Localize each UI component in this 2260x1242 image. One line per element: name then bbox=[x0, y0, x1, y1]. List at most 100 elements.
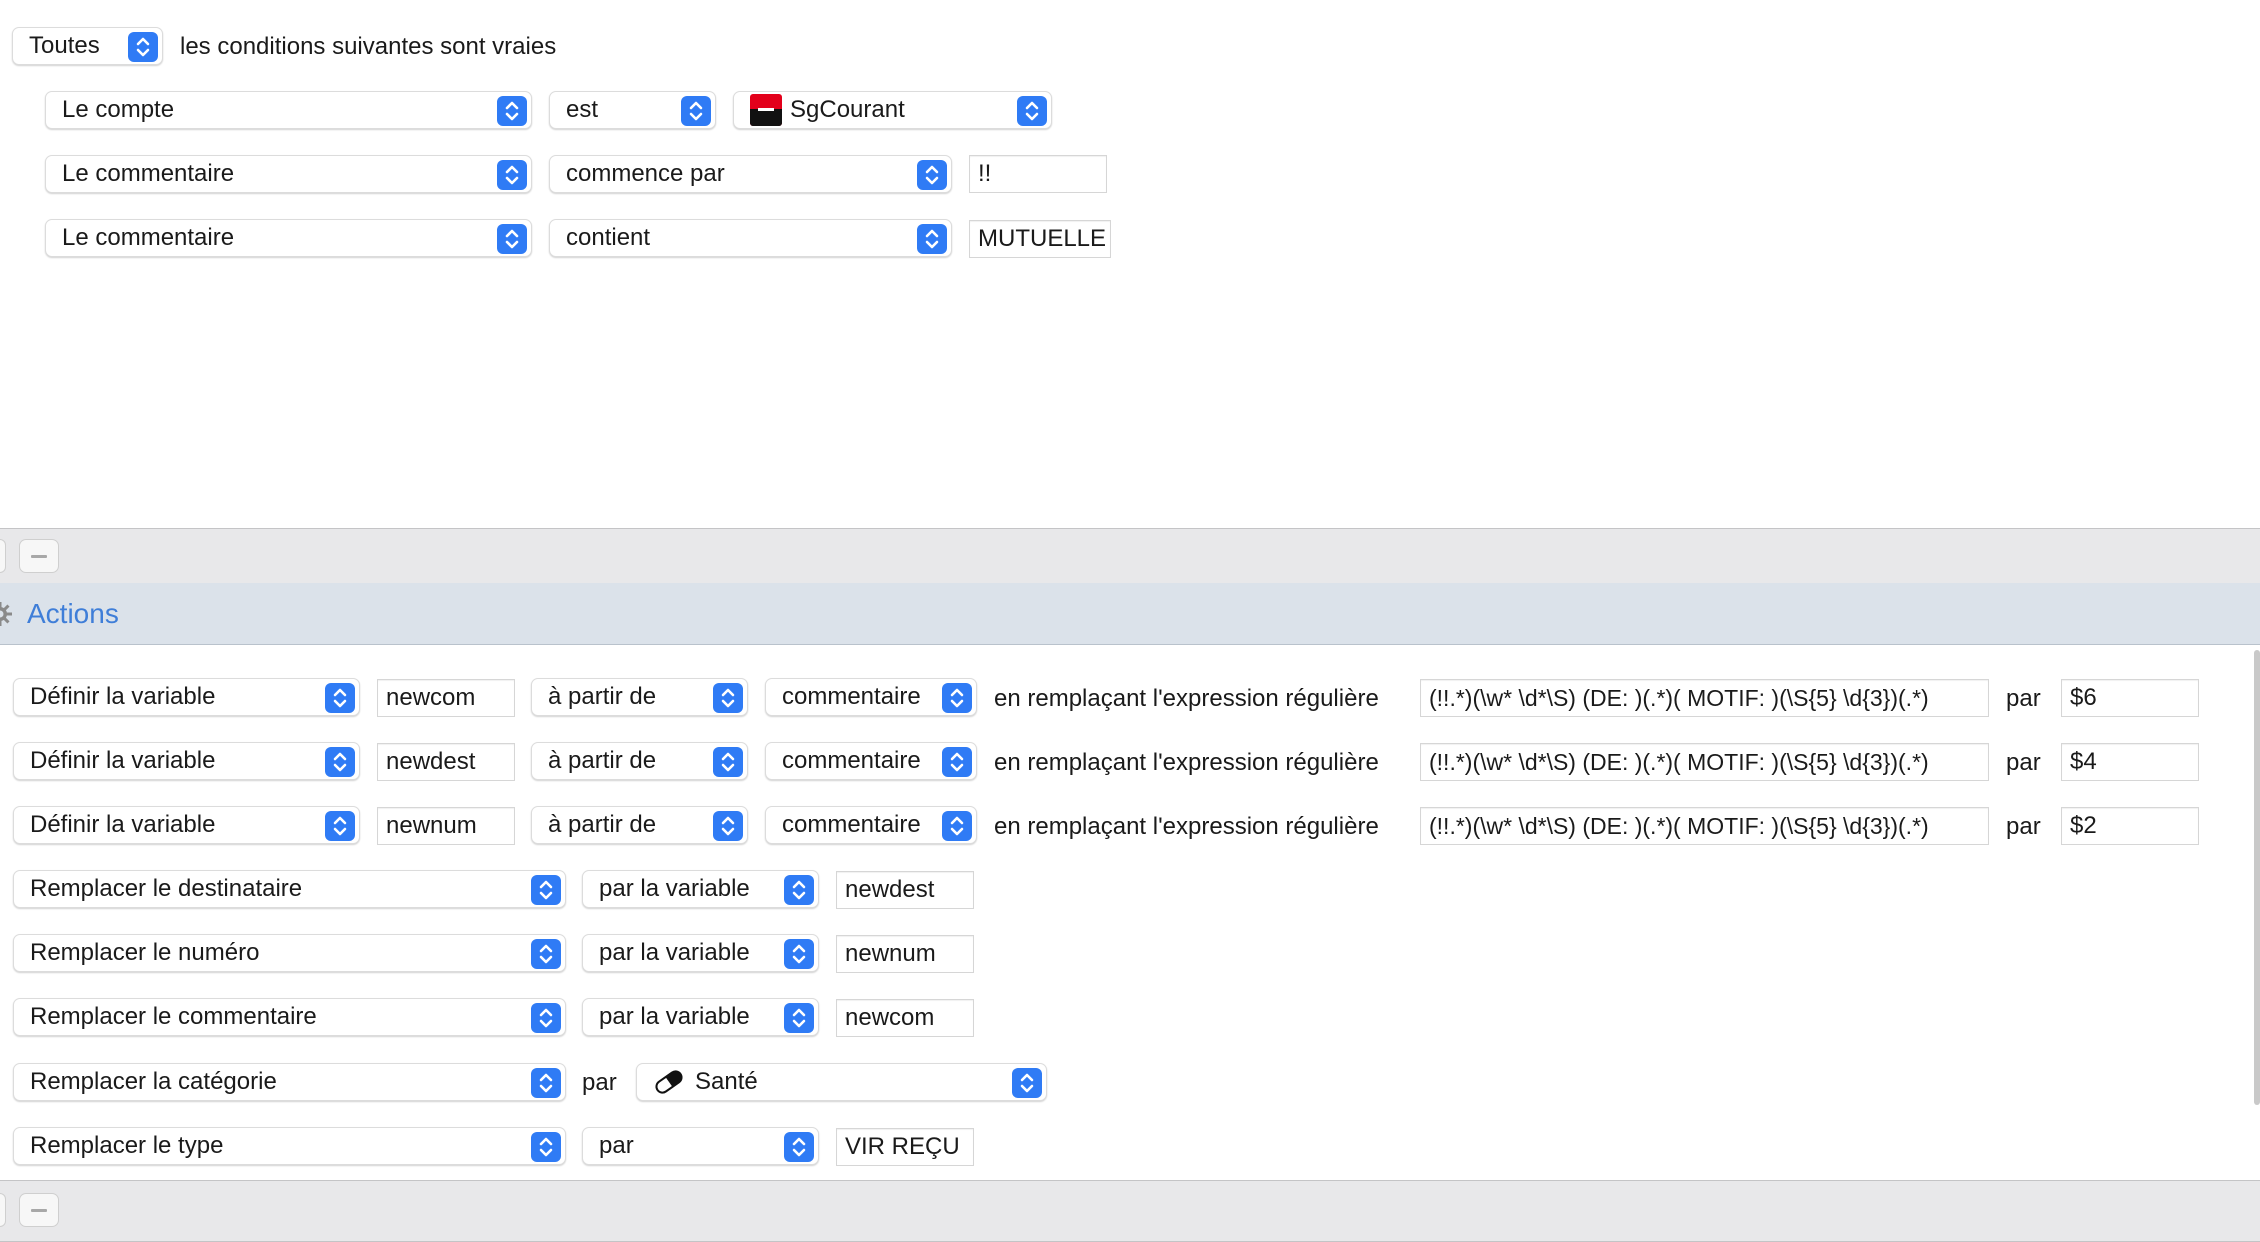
actions-title: Actions bbox=[27, 598, 119, 629]
variable-name-field[interactable]: newnum bbox=[377, 807, 515, 845]
action-type-label: Remplacer le commentaire bbox=[30, 1003, 317, 1030]
chevron-up-down-icon bbox=[325, 747, 355, 777]
replacement-field[interactable]: $4 bbox=[2061, 743, 2199, 781]
action-type-popup[interactable]: Définir la variable bbox=[13, 678, 360, 716]
chevron-up-down-icon bbox=[128, 32, 158, 62]
type-value-field[interactable]: VIR REÇU bbox=[836, 1128, 974, 1166]
match-text: les conditions suivantes sont vraies bbox=[180, 33, 557, 60]
condition-operator-popup[interactable]: est bbox=[549, 91, 716, 129]
actions-header: Actions bbox=[0, 583, 2260, 645]
condition-operator-popup[interactable]: contient bbox=[549, 219, 952, 257]
chevron-up-down-icon bbox=[713, 747, 743, 777]
source-field-popup[interactable]: commentaire bbox=[765, 742, 977, 780]
condition-operator-popup[interactable]: commence par bbox=[549, 155, 952, 193]
match-mode-popup[interactable]: Toutes bbox=[12, 27, 163, 65]
chevron-up-down-icon bbox=[917, 224, 947, 254]
source-mode-popup[interactable]: à partir de bbox=[531, 678, 748, 716]
actions-scrollbar[interactable] bbox=[2254, 650, 2260, 1105]
match-mode-label: Toutes bbox=[29, 32, 100, 59]
regex-label: en remplaçant l'expression régulière bbox=[994, 749, 1379, 776]
account-value-label: SgCourant bbox=[790, 96, 905, 123]
chevron-up-down-icon bbox=[942, 683, 972, 713]
regex-label: en remplaçant l'expression régulière bbox=[994, 813, 1379, 840]
condition-field-popup[interactable]: Le compte bbox=[45, 91, 532, 129]
type-mode-popup[interactable]: par bbox=[582, 1127, 819, 1165]
pill-icon bbox=[653, 1070, 685, 1094]
chevron-up-down-icon bbox=[325, 683, 355, 713]
par-label: par bbox=[2006, 749, 2041, 776]
action-type-popup[interactable]: Remplacer le numéro bbox=[13, 934, 566, 972]
condition-operator-label: est bbox=[566, 96, 599, 123]
source-field-popup[interactable]: commentaire bbox=[765, 806, 977, 844]
replace-value-field[interactable]: newnum bbox=[836, 935, 974, 973]
add-action-button[interactable] bbox=[0, 1193, 6, 1227]
type-mode-label: par bbox=[599, 1132, 634, 1159]
minus-icon bbox=[31, 554, 47, 558]
source-mode-popup[interactable]: à partir de bbox=[531, 806, 748, 844]
chevron-up-down-icon bbox=[784, 1003, 814, 1033]
action-type-popup[interactable]: Remplacer le commentaire bbox=[13, 998, 566, 1036]
action-type-label: Définir la variable bbox=[30, 811, 216, 838]
action-type-popup[interactable]: Remplacer le destinataire bbox=[13, 870, 566, 908]
add-condition-button[interactable] bbox=[0, 539, 6, 573]
replace-value-field[interactable]: newcom bbox=[836, 999, 974, 1037]
bank-logo-icon bbox=[750, 94, 782, 126]
chevron-up-down-icon bbox=[1017, 96, 1047, 126]
chevron-up-down-icon bbox=[531, 939, 561, 969]
replace-value-field[interactable]: newdest bbox=[836, 871, 974, 909]
condition-field-popup[interactable]: Le commentaire bbox=[45, 219, 532, 257]
gear-icon bbox=[0, 602, 12, 626]
condition-value-field[interactable]: !! bbox=[969, 155, 1107, 193]
variable-name-field[interactable]: newdest bbox=[377, 743, 515, 781]
condition-field-label: Le commentaire bbox=[62, 224, 235, 251]
chevron-up-down-icon bbox=[713, 683, 743, 713]
condition-value-field[interactable]: MUTUELLE bbox=[969, 220, 1111, 258]
action-type-popup[interactable]: Définir la variable bbox=[13, 806, 360, 844]
replace-mode-label: par la variable bbox=[599, 1003, 750, 1030]
chevron-up-down-icon bbox=[784, 875, 814, 905]
condition-field-label: Le compte bbox=[62, 96, 175, 123]
action-type-popup[interactable]: Remplacer la catégorie bbox=[13, 1063, 566, 1101]
source-mode-popup[interactable]: à partir de bbox=[531, 742, 748, 780]
chevron-up-down-icon bbox=[942, 747, 972, 777]
action-type-label: Remplacer le destinataire bbox=[30, 875, 303, 902]
chevron-up-down-icon bbox=[497, 160, 527, 190]
regex-field[interactable]: (!!.*)(\w* \d*\S) (DE: )(.*)( MOTIF: )(\… bbox=[1420, 807, 1989, 845]
chevron-up-down-icon bbox=[784, 939, 814, 969]
variable-name-field[interactable]: newcom bbox=[377, 679, 515, 717]
source-field-popup[interactable]: commentaire bbox=[765, 678, 977, 716]
chevron-up-down-icon bbox=[531, 1132, 561, 1162]
account-value-popup[interactable]: SgCourant bbox=[733, 91, 1052, 129]
actions-toolbar bbox=[0, 1180, 2260, 1242]
chevron-up-down-icon bbox=[497, 224, 527, 254]
regex-field[interactable]: (!!.*)(\w* \d*\S) (DE: )(.*)( MOTIF: )(\… bbox=[1420, 679, 1989, 717]
chevron-up-down-icon bbox=[681, 96, 711, 126]
replacement-field[interactable]: $6 bbox=[2061, 679, 2199, 717]
condition-field-popup[interactable]: Le commentaire bbox=[45, 155, 532, 193]
category-popup[interactable]: Santé bbox=[636, 1063, 1047, 1101]
category-label: Santé bbox=[695, 1068, 758, 1095]
remove-action-button[interactable] bbox=[19, 1193, 59, 1227]
chevron-up-down-icon bbox=[531, 1003, 561, 1033]
replace-mode-popup[interactable]: par la variable bbox=[582, 998, 819, 1036]
replace-mode-popup[interactable]: par la variable bbox=[582, 870, 819, 908]
minus-icon bbox=[31, 1208, 47, 1212]
source-mode-label: à partir de bbox=[548, 683, 657, 710]
remove-condition-button[interactable] bbox=[19, 539, 59, 573]
action-type-label: Remplacer le numéro bbox=[30, 939, 260, 966]
action-type-popup[interactable]: Remplacer le type bbox=[13, 1127, 566, 1165]
chevron-up-down-icon bbox=[1012, 1068, 1042, 1098]
source-field-label: commentaire bbox=[782, 683, 921, 710]
regex-label: en remplaçant l'expression régulière bbox=[994, 685, 1379, 712]
replace-mode-label: par la variable bbox=[599, 939, 750, 966]
replace-mode-popup[interactable]: par la variable bbox=[582, 934, 819, 972]
chevron-up-down-icon bbox=[917, 160, 947, 190]
condition-operator-label: commence par bbox=[566, 160, 725, 187]
action-type-label: Définir la variable bbox=[30, 683, 216, 710]
replacement-field[interactable]: $2 bbox=[2061, 807, 2199, 845]
regex-field[interactable]: (!!.*)(\w* \d*\S) (DE: )(.*)( MOTIF: )(\… bbox=[1420, 743, 1989, 781]
action-type-label: Remplacer le type bbox=[30, 1132, 224, 1159]
category-par-label: par bbox=[582, 1069, 617, 1096]
chevron-up-down-icon bbox=[784, 1132, 814, 1162]
action-type-popup[interactable]: Définir la variable bbox=[13, 742, 360, 780]
